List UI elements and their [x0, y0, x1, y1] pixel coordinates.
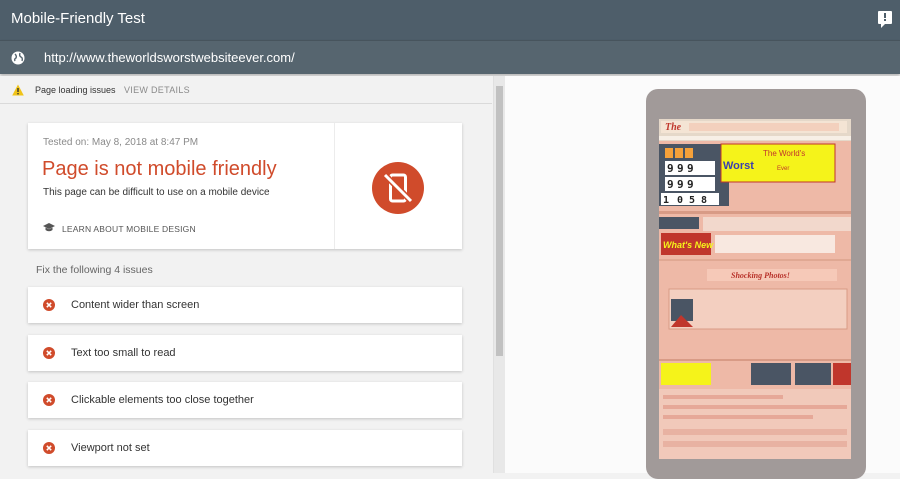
verdict-description: This page can be difficult to use on a m… — [43, 187, 270, 198]
svg-text:0: 0 — [677, 195, 683, 206]
svg-text:9: 9 — [677, 162, 684, 175]
card-divider — [334, 123, 335, 249]
feedback-icon[interactable] — [878, 11, 892, 28]
learn-mobile-design-link[interactable]: LEARN ABOUT MOBILE DESIGN — [62, 224, 196, 234]
svg-text:The World's: The World's — [763, 149, 805, 158]
graduation-cap-icon — [43, 223, 55, 232]
warning-icon — [12, 84, 24, 96]
globe-icon — [11, 51, 25, 65]
issue-label: Viewport not set — [71, 442, 150, 454]
tested-url[interactable]: http://www.theworldsworstwebsiteever.com… — [44, 50, 295, 65]
error-icon — [43, 299, 55, 311]
svg-text:What's New: What's New — [663, 240, 714, 250]
svg-text:9: 9 — [687, 162, 694, 175]
preview-panel: The 9 9 9 9 9 9 1 0 5 8 The World's Wors… — [505, 76, 900, 479]
issue-label: Text too small to read — [71, 347, 176, 359]
svg-text:5: 5 — [689, 195, 695, 206]
error-icon — [43, 394, 55, 406]
svg-text:9: 9 — [667, 178, 674, 191]
page-screenshot: The 9 9 9 9 9 9 1 0 5 8 The World's Wors… — [659, 119, 851, 459]
scrollbar-thumb[interactable] — [496, 86, 503, 356]
warning-text: Page loading issues — [35, 85, 116, 95]
counter-digits-row1: 9 — [667, 162, 674, 175]
not-mobile-friendly-icon — [372, 162, 424, 214]
svg-text:Shocking Photos!: Shocking Photos! — [731, 271, 790, 280]
issue-label: Content wider than screen — [71, 299, 200, 311]
url-bar: http://www.theworldsworstwebsiteever.com… — [0, 40, 900, 74]
results-scrollbar[interactable] — [493, 76, 505, 473]
svg-text:1: 1 — [663, 195, 669, 206]
svg-text:Worst: Worst — [723, 160, 754, 172]
svg-text:Ever: Ever — [777, 166, 789, 172]
svg-text:The: The — [665, 122, 682, 133]
verdict-title: Page is not mobile friendly — [42, 158, 277, 180]
view-details-link[interactable]: VIEW DETAILS — [124, 85, 190, 95]
error-icon — [43, 442, 55, 454]
svg-text:8: 8 — [701, 195, 707, 206]
svg-text:9: 9 — [687, 178, 694, 191]
issue-item[interactable]: Content wider than screen — [28, 287, 462, 323]
issue-item[interactable]: Viewport not set — [28, 430, 462, 466]
issue-label: Clickable elements too close together — [71, 394, 254, 406]
phone-frame: The 9 9 9 9 9 9 1 0 5 8 The World's Wors… — [646, 89, 866, 479]
error-icon — [43, 347, 55, 359]
issue-item[interactable]: Clickable elements too close together — [28, 382, 462, 418]
results-panel: Page loading issues VIEW DETAILS Tested … — [0, 76, 505, 473]
page-loading-warning: Page loading issues VIEW DETAILS — [0, 76, 492, 104]
app-header: Mobile-Friendly Test — [0, 0, 900, 40]
screenshot-image: The 9 9 9 9 9 9 1 0 5 8 The World's Wors… — [659, 119, 851, 459]
tested-timestamp: Tested on: May 8, 2018 at 8:47 PM — [43, 137, 199, 148]
issue-item[interactable]: Text too small to read — [28, 335, 462, 371]
issues-header: Fix the following 4 issues — [36, 264, 153, 276]
svg-text:9: 9 — [677, 178, 684, 191]
app-title: Mobile-Friendly Test — [11, 10, 145, 27]
result-card: Tested on: May 8, 2018 at 8:47 PM Page i… — [28, 123, 462, 249]
